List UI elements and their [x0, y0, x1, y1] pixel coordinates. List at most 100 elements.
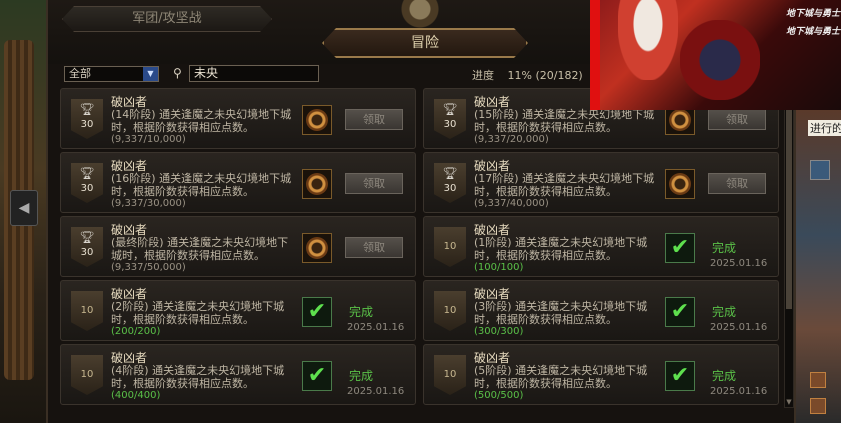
trophy-icon: 🏆︎: [79, 166, 95, 180]
trophy-icon: 🏆︎: [442, 166, 458, 180]
achievement-progress: (9,337/50,000): [111, 262, 186, 273]
skill-slot-icon[interactable]: [810, 398, 826, 414]
achievement-card: 10 破凶者 (5阶段) 通关逢魔之未央幻境地下城时，根据阶数获得相应点数。 (500…: [423, 344, 779, 405]
status-complete: 完成: [349, 305, 374, 319]
trophy-icon: 🏆︎: [79, 230, 95, 244]
points-badge: 🏆︎ 30: [434, 163, 466, 203]
achievement-progress: (9,337/10,000): [111, 134, 186, 145]
scroll-thumb[interactable]: [786, 99, 792, 309]
points-value: 30: [80, 247, 94, 258]
checkmark-icon: ✔: [307, 299, 327, 324]
achievement-card: 10 破凶者 (1阶段) 通关逢魔之未央幻境地下城时，根据阶数获得相应点数。 (100…: [423, 216, 779, 277]
overall-progress: 进度 11% (20/182): [472, 67, 583, 83]
banner-edge: [590, 0, 600, 110]
progress-label: 进度: [472, 69, 494, 82]
achievement-desc: (3阶段) 通关逢魔之未央幻境地下城时，根据阶数获得相应点数。: [474, 300, 648, 326]
claim-button[interactable]: 领取: [345, 173, 403, 194]
achievement-card: 10 破凶者 (4阶段) 通关逢魔之未央幻境地下城时，根据阶数获得相应点数。 (400…: [60, 344, 416, 405]
points-badge: 10: [434, 355, 466, 395]
compass-emblem-icon: [388, 0, 452, 30]
achievement-progress: (9,337/20,000): [474, 134, 549, 145]
reward-emblem-icon: [669, 109, 691, 131]
achievement-card: 🏆︎ 30 破凶者 (16阶段) 通关逢魔之未央幻境地下城时，根据阶数获得相应点数。(…: [60, 152, 416, 213]
completion-date: 2025.01.16: [710, 258, 768, 269]
reward-box: ✔: [302, 297, 332, 327]
reward-box: ✔: [665, 297, 695, 327]
achievement-progress: (9,337/40,000): [474, 198, 549, 209]
achievement-desc: (15阶段) 通关逢魔之未央幻境地下城时，根据阶数获得相应点数。: [474, 108, 655, 134]
points-value: 30: [80, 183, 94, 194]
collapse-arrow-icon[interactable]: ◀: [10, 190, 38, 226]
points-badge: 10: [71, 291, 103, 331]
character-art: [680, 20, 760, 100]
points-badge: 🏆︎ 30: [71, 163, 103, 203]
status-complete: 完成: [712, 305, 737, 319]
achievement-card: 10 破凶者 (3阶段) 通关逢魔之未央幻境地下城时，根据阶数获得相应点数。 (300…: [423, 280, 779, 341]
points-value: 30: [443, 119, 457, 130]
reward-box[interactable]: [665, 169, 695, 199]
achievement-progress: (500/500): [474, 390, 524, 401]
progress-value: 11% (20/182): [507, 69, 583, 82]
achievement-desc: (14阶段) 通关逢魔之未央幻境地下城时，根据阶数获得相应点数。: [111, 108, 292, 134]
checkmark-icon: ✔: [670, 363, 690, 388]
achievement-progress: (100/100): [474, 262, 524, 273]
completion-date: 2025.01.16: [347, 386, 405, 397]
claim-button[interactable]: 领取: [708, 173, 766, 194]
tab-legion[interactable]: 军团/攻坚战: [62, 6, 272, 32]
reward-box: ✔: [665, 361, 695, 391]
completion-date: 2025.01.16: [347, 322, 405, 333]
trophy-icon: 🏆︎: [442, 102, 458, 116]
achievement-card: 10 破凶者 (2阶段) 通关逢魔之未央幻境地下城时，根据阶数获得相应点数。 (200…: [60, 280, 416, 341]
points-badge: 🏆︎ 30: [71, 99, 103, 139]
claim-button[interactable]: 领取: [345, 109, 403, 130]
points-value: 10: [443, 241, 457, 252]
completion-date: 2025.01.16: [710, 322, 768, 333]
points-badge: 10: [71, 355, 103, 395]
points-badge: 🏆︎ 30: [71, 227, 103, 267]
points-value: 30: [80, 119, 94, 130]
reward-box[interactable]: [302, 169, 332, 199]
game-logo: 地下城与勇士: [786, 27, 841, 37]
achievement-desc: (16阶段) 通关逢魔之未央幻境地下城时，根据阶数获得相应点数。: [111, 172, 292, 198]
claim-button[interactable]: 领取: [708, 109, 766, 130]
achievement-progress: (200/200): [111, 326, 161, 337]
category-select[interactable]: 全部 ▼: [64, 66, 159, 82]
points-value: 10: [443, 369, 457, 380]
reward-box: ✔: [302, 361, 332, 391]
reward-emblem-icon: [306, 109, 328, 131]
promo-banner[interactable]: 地下城与勇士 地下城与勇士: [590, 0, 841, 110]
achievement-progress: (300/300): [474, 326, 524, 337]
points-badge: 10: [434, 227, 466, 267]
claim-button[interactable]: 领取: [345, 237, 403, 258]
achievement-card: 🏆︎ 30 破凶者 (17阶段) 通关逢魔之未央幻境地下城时，根据阶数获得相应点数。(…: [423, 152, 779, 213]
scrollbar[interactable]: ▲ ▼: [784, 86, 794, 408]
reward-box[interactable]: [302, 105, 332, 135]
achievement-desc: (4阶段) 通关逢魔之未央幻境地下城时，根据阶数获得相应点数。: [111, 364, 285, 390]
points-value: 30: [443, 183, 457, 194]
points-badge: 🏆︎ 30: [434, 99, 466, 139]
skill-slot-icon[interactable]: [810, 372, 826, 388]
side-quest-label[interactable]: 进行的: [808, 120, 841, 136]
status-complete: 完成: [712, 369, 737, 383]
character-art: [618, 0, 678, 80]
search-icon: ⚲: [173, 66, 182, 80]
tab-adventure[interactable]: 冒险: [322, 28, 528, 58]
reward-box: ✔: [665, 233, 695, 263]
points-badge: 10: [434, 291, 466, 331]
status-complete: 完成: [349, 369, 374, 383]
achievement-desc: (最终阶段) 通关逢魔之未央幻境地下城时，根据阶数获得相应点数。: [111, 236, 289, 262]
checkmark-icon: ✔: [670, 299, 690, 324]
game-logo: 地下城与勇士: [786, 9, 841, 19]
scroll-down-icon[interactable]: ▼: [785, 397, 793, 407]
side-quest-icon[interactable]: [810, 160, 830, 180]
reward-emblem-icon: [306, 237, 328, 259]
reward-box[interactable]: [302, 233, 332, 263]
checkmark-icon: ✔: [670, 235, 690, 260]
achievement-card: 🏆︎ 30 破凶者 (14阶段) 通关逢魔之未央幻境地下城时，根据阶数获得相应点数。(…: [60, 88, 416, 149]
reward-emblem-icon: [669, 173, 691, 195]
chevron-down-icon[interactable]: ▼: [143, 67, 158, 81]
trophy-icon: 🏆︎: [79, 102, 95, 116]
search-input[interactable]: 未央: [189, 65, 319, 82]
completion-date: 2025.01.16: [710, 386, 768, 397]
achievement-progress: (400/400): [111, 390, 161, 401]
